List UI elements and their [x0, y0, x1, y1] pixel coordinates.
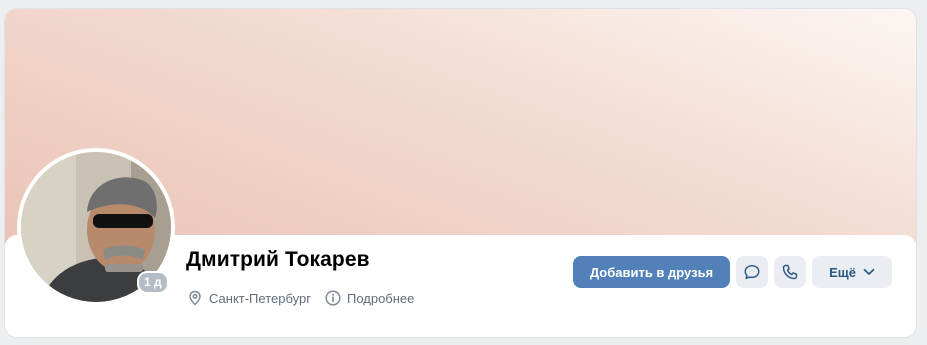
info-circle-icon — [325, 290, 341, 306]
city-label: Санкт-Петербург — [209, 290, 311, 306]
chevron-down-icon — [863, 268, 875, 275]
profile-name: Дмитрий Токарев — [186, 248, 370, 271]
profile-meta: Санкт-Петербург Подробнее — [187, 290, 414, 306]
location-pin-icon — [189, 290, 201, 306]
message-button[interactable] — [736, 256, 768, 288]
add-friend-button[interactable]: Добавить в друзья — [573, 256, 730, 288]
call-button[interactable] — [774, 256, 806, 288]
details-link[interactable]: Подробнее — [325, 290, 414, 306]
more-label: Ещё — [829, 264, 856, 280]
more-button[interactable]: Ещё — [812, 256, 892, 288]
details-label: Подробнее — [346, 290, 415, 306]
last-seen-badge: 1 д — [137, 271, 169, 294]
phone-icon — [782, 264, 798, 280]
city-info[interactable]: Санкт-Петербург — [187, 290, 311, 306]
message-bubble-icon — [744, 264, 760, 280]
avatar-frame: 1 д — [17, 148, 175, 306]
